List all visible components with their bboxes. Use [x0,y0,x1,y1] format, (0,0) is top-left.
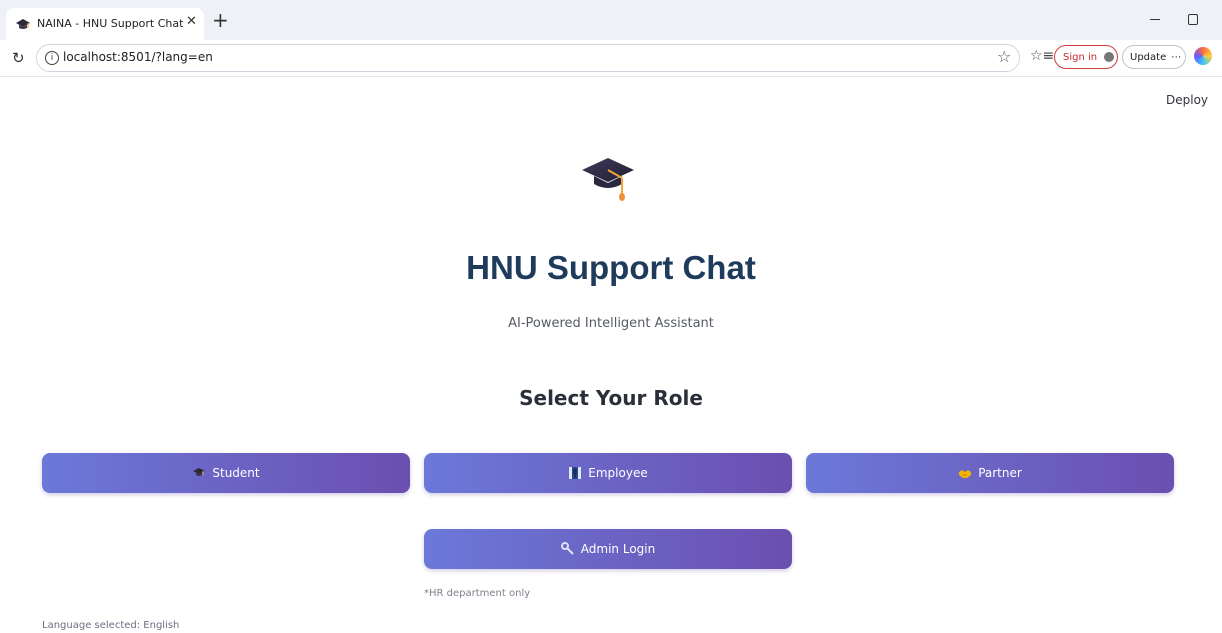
address-bar[interactable]: i localhost:8501/?lang=en ☆ [36,44,1020,72]
partner-button[interactable]: Partner [806,453,1174,493]
admin-login-label: Admin Login [580,542,656,556]
info-icon[interactable]: i [45,51,59,65]
browser-window: NAINA - HNU Support Chat ✕ + ↻ i localho… [0,0,1222,633]
admin-note: *HR department only [424,588,531,599]
page-title: HNU Support Chat [466,249,756,286]
update-label: Update [1130,51,1167,63]
admin-login-button[interactable]: Admin Login [424,529,792,569]
copilot-icon[interactable] [1194,47,1212,65]
close-tab-icon[interactable]: ✕ [186,14,197,29]
url-text[interactable]: localhost:8501/?lang=en [63,50,213,64]
graduation-cap-icon [580,154,636,204]
student-label: Student [212,466,260,480]
restore-icon[interactable] [1188,14,1198,25]
employee-button[interactable]: Employee [424,453,792,493]
favorites-icon[interactable]: ☆≡ [1030,48,1054,64]
star-icon[interactable]: ☆ [997,47,1011,66]
sign-in-button[interactable]: Sign in [1054,45,1118,69]
graduation-cap-icon [192,466,206,480]
student-button[interactable]: Student [42,453,410,493]
wrench-icon [560,542,575,556]
sign-in-label: Sign in [1063,51,1098,63]
page-subtitle: AI-Powered Intelligent Assistant [508,316,714,331]
reload-icon[interactable]: ↻ [12,49,25,67]
tab-strip: NAINA - HNU Support Chat ✕ + [0,0,1222,40]
browser-tab[interactable]: NAINA - HNU Support Chat ✕ [6,8,204,40]
deploy-button[interactable]: Deploy [1166,93,1208,107]
profile-icon [1104,52,1115,62]
necktie-icon [568,466,582,480]
new-tab-icon[interactable]: + [212,10,229,30]
language-status: Language selected: English [42,620,180,631]
employee-label: Employee [588,466,648,480]
update-button[interactable]: Update ⋯ [1122,45,1186,69]
tab-title: NAINA - HNU Support Chat [37,17,184,30]
partner-label: Partner [978,466,1022,480]
minimize-icon[interactable] [1148,10,1162,24]
graduation-cap-icon [15,17,31,31]
role-section-title: Select Your Role [519,386,703,410]
more-icon: ⋯ [1171,51,1182,63]
handshake-icon [958,466,972,480]
